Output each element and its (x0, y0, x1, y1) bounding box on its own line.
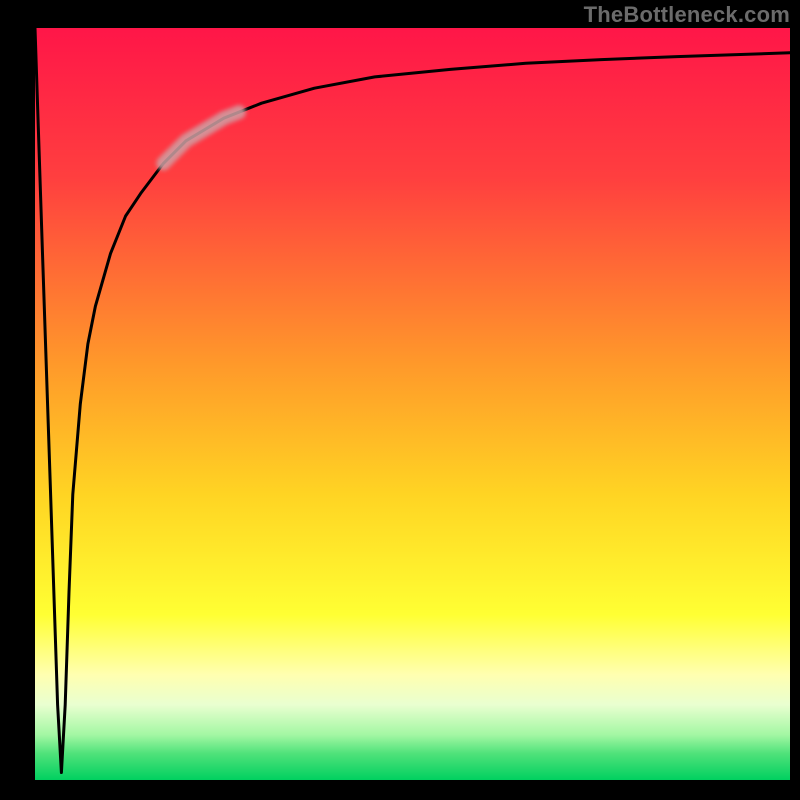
plot-background (35, 28, 790, 780)
bottleneck-chart (0, 0, 800, 800)
chart-frame: TheBottleneck.com (0, 0, 800, 800)
